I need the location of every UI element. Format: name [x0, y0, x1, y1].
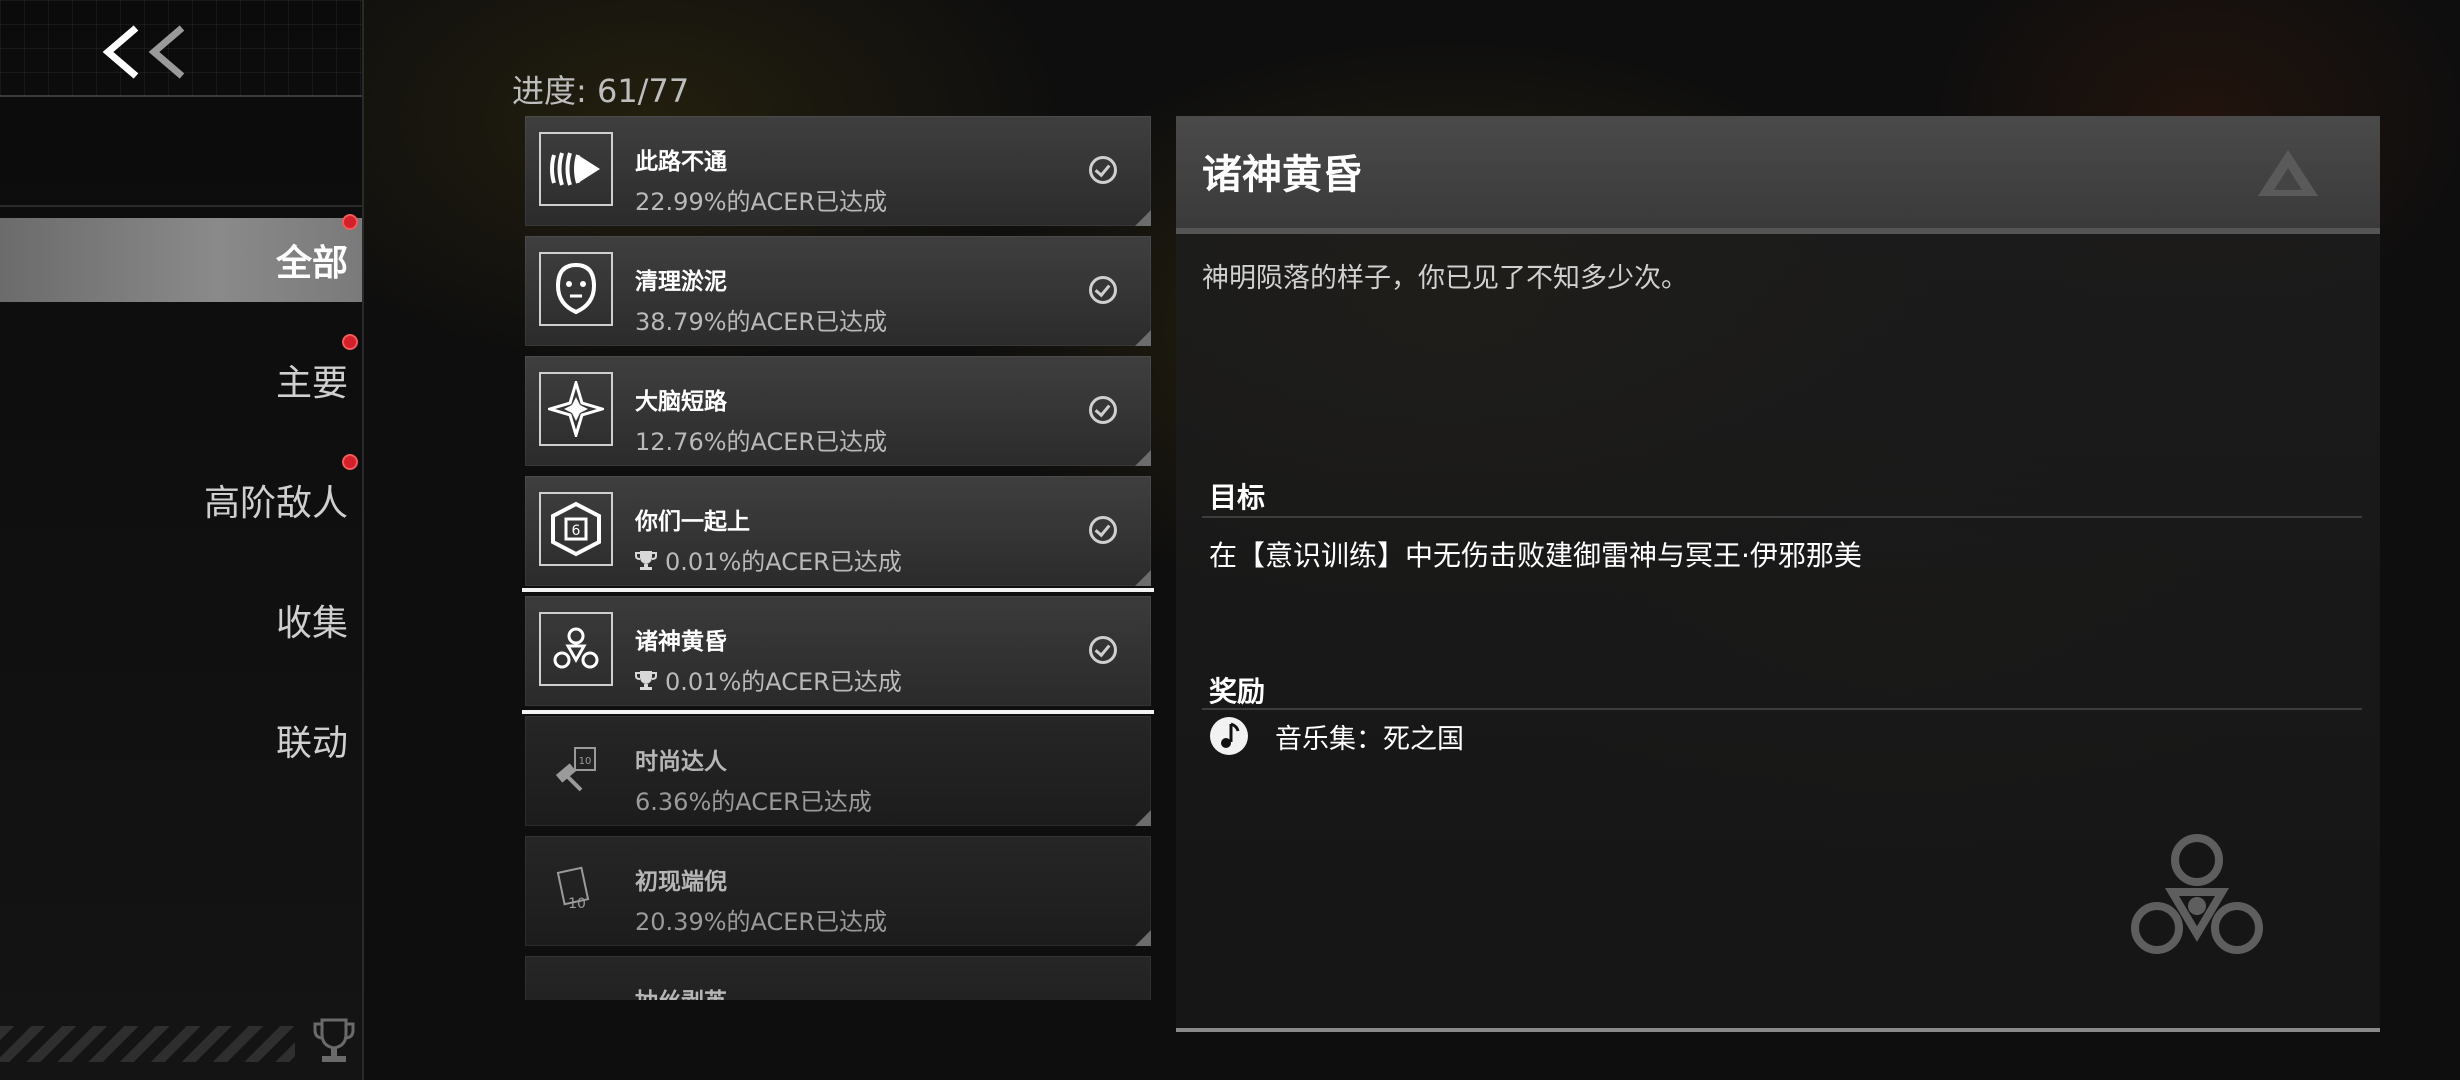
sidebar-header	[0, 0, 362, 97]
sidebar-item-elite-enemies[interactable]: 高阶敌人	[0, 454, 362, 542]
triad-emblem-icon	[2131, 834, 2263, 954]
triad-emblem-icon	[539, 612, 613, 686]
achievement-card[interactable]: 6 你们一起上 0.01%的ACER已达成	[525, 476, 1151, 586]
achievement-list[interactable]: 此路不通 22.99%的ACER已达成 清理淤泥 38.79%的ACER已达成 …	[522, 112, 1154, 1000]
achievement-rate: 0.01%的ACER已达成	[635, 662, 902, 697]
card-corner	[1135, 570, 1151, 586]
achievement-title: 抽丝剥茧	[635, 982, 727, 1000]
achievement-detail-panel: 诸神黄昏 神明陨落的样子，你已见了不知多少次。 目标 在【意识训练】中无伤击败建…	[1176, 116, 2380, 1032]
sidebar: 全部 主要 高阶敌人 收集 联动	[0, 0, 364, 1080]
sidebar-item-collab[interactable]: 联动	[0, 698, 362, 782]
rate-text: 38.79%的ACER已达成	[635, 308, 888, 336]
achievement-card-locked[interactable]: 10 时尚达人 6.36%的ACER已达成	[525, 716, 1151, 826]
trophy-icon	[313, 1018, 355, 1062]
detail-title: 诸神黄昏	[1202, 152, 1362, 198]
reward-text: 音乐集：死之国	[1275, 723, 1464, 755]
notification-badge	[342, 214, 358, 230]
notification-badge	[342, 454, 358, 470]
achievement-rate: 22.99%的ACER已达成	[635, 182, 887, 217]
svg-text:10: 10	[568, 896, 586, 912]
achievement-title: 清理淤泥	[635, 269, 727, 295]
achievement-card[interactable]: 大脑短路 12.76%的ACER已达成	[525, 356, 1151, 466]
double-chevron-left-icon	[102, 25, 185, 79]
goal-divider	[1202, 516, 2362, 518]
achievement-title: 你们一起上	[635, 509, 750, 535]
card-corner	[1135, 210, 1151, 226]
reward-divider	[1202, 708, 2362, 710]
sidebar-item-label: 高阶敌人	[203, 483, 348, 524]
hammer-card-icon: 10	[539, 732, 613, 806]
check-circle-icon	[1089, 396, 1117, 424]
detail-header: 诸神黄昏	[1176, 116, 2380, 234]
sidebar-divider	[0, 205, 362, 207]
achievement-rate: 6.36%的ACER已达成	[635, 782, 872, 817]
achievement-rate: 12.76%的ACER已达成	[635, 422, 887, 457]
achievement-rate: 38.79%的ACER已达成	[635, 302, 887, 337]
check-circle-icon	[1089, 276, 1117, 304]
check-circle-icon	[1089, 516, 1117, 544]
mask-face-icon	[539, 252, 613, 326]
goal-heading: 目标	[1209, 481, 1266, 514]
trophy-icon	[635, 550, 657, 570]
card-corner	[1135, 330, 1151, 346]
sidebar-item-label: 收集	[275, 603, 348, 644]
music-note-icon	[1210, 717, 1248, 755]
card-10-icon: 10	[539, 852, 613, 926]
achievement-title: 大脑短路	[635, 389, 727, 415]
reward-heading: 奖励	[1209, 675, 1266, 708]
sidebar-item-all[interactable]: 全部	[0, 214, 362, 302]
card-corner	[1135, 810, 1151, 826]
sidebar-item-main[interactable]: 主要	[0, 334, 362, 422]
rate-text: 6.36%的ACER已达成	[635, 788, 872, 816]
reward-item[interactable]: 音乐集：死之国	[1209, 716, 1464, 756]
fan-blade-icon	[539, 132, 613, 206]
star-burst-icon	[539, 372, 613, 446]
check-circle-icon	[1089, 156, 1117, 184]
sidebar-item-label: 联动	[275, 723, 348, 764]
trophy-icon	[635, 670, 657, 690]
sidebar-item-collection[interactable]: 收集	[0, 578, 362, 662]
achievement-card[interactable]: 此路不通 22.99%的ACER已达成	[525, 116, 1151, 226]
achievement-rate: 20.39%的ACER已达成	[635, 902, 887, 937]
sidebar-footer-stripes	[0, 1026, 295, 1062]
achievement-title: 此路不通	[635, 149, 727, 175]
detail-description: 神明陨落的样子，你已见了不知多少次。	[1202, 263, 1688, 294]
card-corner	[1135, 930, 1151, 946]
sidebar-item-label: 主要	[275, 363, 348, 404]
rate-text: 12.76%的ACER已达成	[635, 428, 888, 456]
progress-counter: 进度: 61/77	[512, 72, 690, 110]
svg-text:10: 10	[579, 756, 592, 767]
notification-badge	[342, 334, 358, 350]
rate-text: 0.01%的ACER已达成	[665, 548, 902, 576]
achievement-rate: 0.01%的ACER已达成	[635, 542, 902, 577]
achievement-card-selected[interactable]: 诸神黄昏 0.01%的ACER已达成	[522, 588, 1154, 714]
check-circle-icon	[1089, 636, 1117, 664]
goal-text: 在【意识训练】中无伤击败建御雷神与冥王·伊邪那美	[1209, 539, 1862, 572]
card-corner	[1135, 450, 1151, 466]
game-logo-icon	[2258, 150, 2318, 196]
arrow-icon	[539, 972, 613, 1000]
rate-text: 22.99%的ACER已达成	[635, 188, 888, 216]
back-button[interactable]	[100, 22, 200, 82]
sidebar-item-label: 全部	[275, 243, 348, 284]
rate-text: 0.01%的ACER已达成	[665, 668, 902, 696]
svg-text:6: 6	[572, 523, 581, 539]
achievement-title: 初现端倪	[635, 869, 727, 895]
achievement-card-locked[interactable]: 10 初现端倪 20.39%的ACER已达成	[525, 836, 1151, 946]
rate-text: 20.39%的ACER已达成	[635, 908, 888, 936]
hexagon-badge-icon: 6	[539, 492, 613, 566]
achievement-card-locked[interactable]: 抽丝剥茧	[525, 956, 1151, 1000]
achievement-title: 诸神黄昏	[635, 629, 727, 655]
achievement-card[interactable]: 清理淤泥 38.79%的ACER已达成	[525, 236, 1151, 346]
achievement-title: 时尚达人	[635, 749, 727, 775]
